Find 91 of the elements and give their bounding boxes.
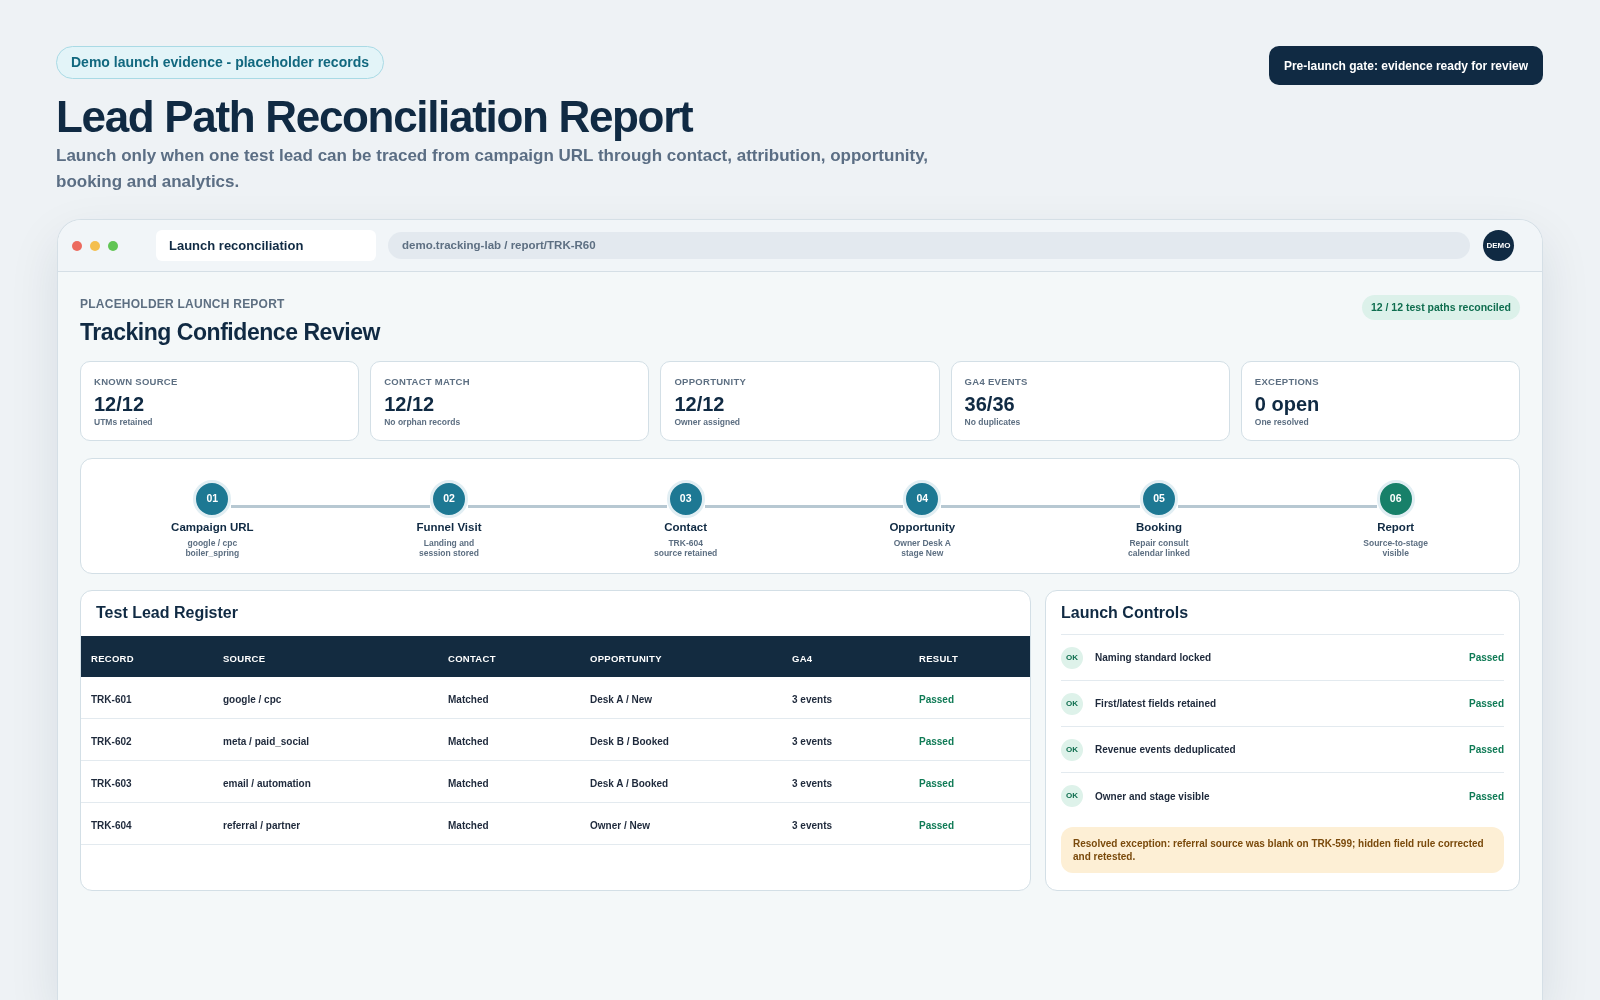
table-cell: 3 events <box>792 693 833 705</box>
metric-value: 0 open <box>1254 393 1320 415</box>
ok-badge: OK <box>1061 785 1083 807</box>
control-result: Passed <box>1468 789 1504 804</box>
table-cell: Passed <box>919 777 955 789</box>
metric-note: Owner assigned <box>674 417 741 428</box>
step-title: Opportunity <box>889 520 956 534</box>
table-cell: Matched <box>448 777 489 789</box>
table-cell: Matched <box>448 819 489 831</box>
demo-badge: Demo launch evidence - placeholder records <box>56 46 384 79</box>
window-maximize-icon[interactable] <box>108 240 118 251</box>
control-result: Passed <box>1468 697 1504 711</box>
table-cell: 3 events <box>792 777 833 789</box>
browser-tab[interactable]: Launch reconciliation <box>156 230 376 261</box>
reconciled-status-pill: 12 / 12 test paths reconciled <box>1361 295 1520 320</box>
step-title: Booking <box>1136 520 1182 534</box>
table-cell: meta / paid_social <box>223 735 310 747</box>
page-title: Lead Path Reconciliation Report <box>56 91 693 143</box>
column-header: GA4 <box>792 652 813 664</box>
step-detail: Source-to-stage visible <box>1363 538 1428 558</box>
column-header: CONTACT <box>448 652 496 664</box>
table-cell: Passed <box>919 735 955 747</box>
card-title: Launch Controls <box>1061 603 1190 623</box>
table-cell: Desk A / New <box>590 693 653 705</box>
column-header: SOURCE <box>223 652 266 664</box>
window-minimize-icon[interactable] <box>90 240 100 251</box>
metric-value: 36/36 <box>964 393 1015 415</box>
column-header: RESULT <box>919 652 958 664</box>
step-number: 04 <box>903 480 942 518</box>
control-label: Naming standard locked <box>1095 651 1212 665</box>
metric-value: 12/12 <box>94 393 145 415</box>
ok-badge: OK <box>1061 692 1083 715</box>
step-number: 01 <box>193 480 232 518</box>
table-cell: Passed <box>919 693 955 705</box>
table-cell: referral / partner <box>223 819 301 831</box>
metric-note: One resolved <box>1254 417 1309 428</box>
step-number: 02 <box>430 480 468 518</box>
metric-value: 12/12 <box>384 393 435 415</box>
control-result: Passed <box>1468 651 1504 665</box>
metric-label: KNOWN SOURCE <box>94 376 178 388</box>
report-eyebrow: PLACEHOLDER LAUNCH REPORT <box>80 296 286 312</box>
profile-avatar[interactable]: DEMO <box>1483 230 1514 261</box>
table-cell: email / automation <box>223 777 311 789</box>
step-title: Funnel Visit <box>416 520 482 534</box>
window-close-icon[interactable] <box>72 240 82 251</box>
exception-note: Resolved exception: referral source was blank on TRK-599; hidden field rule corrected and retested. <box>1061 827 1504 873</box>
ok-badge: OK <box>1061 738 1083 761</box>
address-bar[interactable]: demo.tracking-lab / report/TRK-R60 <box>388 232 1470 259</box>
step-title: Campaign URL <box>171 520 254 534</box>
table-cell: Matched <box>448 693 489 705</box>
control-label: Revenue events deduplicated <box>1095 743 1236 757</box>
step-number: 03 <box>666 480 705 518</box>
step-number: 05 <box>1140 480 1178 518</box>
card-title: Test Lead Register <box>96 603 239 623</box>
control-label: First/latest fields retained <box>1095 697 1217 711</box>
metric-value: 12/12 <box>674 393 725 415</box>
table-cell: TRK-602 <box>91 735 132 747</box>
metric-note: UTMs retained <box>94 417 153 428</box>
metric-label: GA4 EVENTS <box>964 376 1028 388</box>
step-title: Report <box>1377 520 1415 534</box>
table-cell: Matched <box>448 735 489 747</box>
control-label: Owner and stage visible <box>1095 789 1210 804</box>
page-subtitle: Launch only when one test lead can be traced from campaign URL through contact, attribution, opportunity, booking and analytics. <box>56 145 930 193</box>
ok-badge: OK <box>1061 646 1083 669</box>
table-cell: Desk B / Booked <box>590 735 669 747</box>
step-detail: google / cpc boiler_spring <box>185 538 240 558</box>
step-title: Contact <box>664 520 708 534</box>
step-number: 06 <box>1376 480 1415 518</box>
column-header: RECORD <box>91 652 134 664</box>
table-cell: 3 events <box>792 735 833 747</box>
launch-gate-status: Pre-launch gate: evidence ready for review <box>1268 46 1543 85</box>
table-cell: google / cpc <box>223 693 282 705</box>
metric-label: OPPORTUNITY <box>674 376 747 388</box>
table-cell: TRK-604 <box>91 819 132 831</box>
report-title: Tracking Confidence Review <box>80 318 380 347</box>
column-header: OPPORTUNITY <box>590 652 662 664</box>
step-detail: TRK-604 source retained <box>654 538 718 558</box>
step-detail: Landing and session stored <box>419 538 479 558</box>
table-cell: TRK-601 <box>91 693 132 705</box>
metric-note: No orphan records <box>384 417 461 428</box>
metric-label: EXCEPTIONS <box>1254 376 1319 388</box>
control-result: Passed <box>1468 743 1504 757</box>
table-cell: TRK-603 <box>91 777 132 789</box>
table-cell: Desk A / Booked <box>590 777 669 789</box>
table-cell: Owner / New <box>590 819 650 831</box>
table-cell: Passed <box>919 819 955 831</box>
metric-label: CONTACT MATCH <box>384 376 470 388</box>
metric-note: No duplicates <box>964 417 1021 428</box>
step-detail: Repair consult calendar linked <box>1128 538 1190 558</box>
step-detail: Owner Desk A stage New <box>893 538 951 558</box>
table-cell: 3 events <box>792 819 833 831</box>
